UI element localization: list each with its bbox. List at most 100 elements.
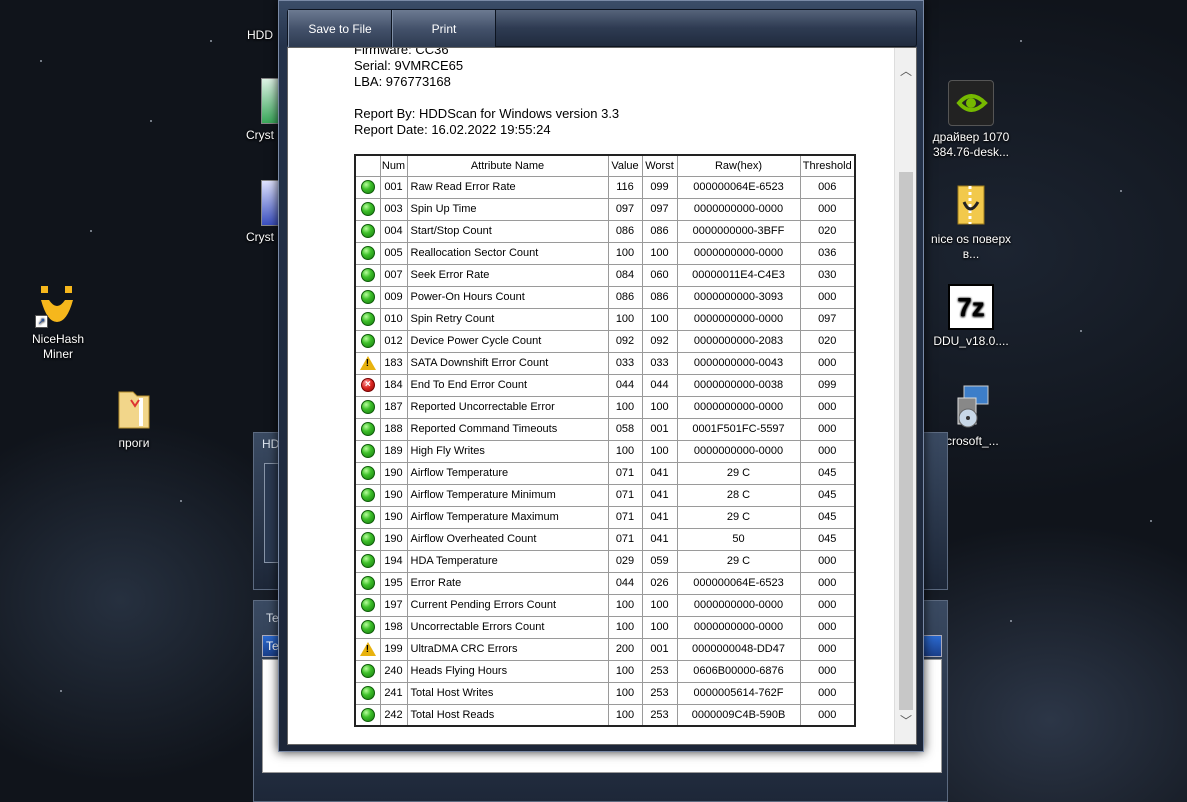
attribute-name: Power-On Hours Count xyxy=(406,285,609,309)
header-status xyxy=(354,154,381,177)
attribute-raw: 0000000000-3093 xyxy=(676,285,801,309)
report-content[interactable]: Firmware: CC36 Serial: 9VMRCE65 LBA: 976… xyxy=(287,47,917,745)
attribute-name: Reallocation Sector Count xyxy=(406,241,609,265)
desktop-icon-label: драйвер 1070 384.76-desk... xyxy=(932,130,1010,159)
attribute-worst: 041 xyxy=(641,483,678,507)
desktop-icon-nicehash[interactable]: ↗ NiceHash Miner xyxy=(12,282,104,362)
attribute-num: 005 xyxy=(379,241,408,265)
header-value: Value xyxy=(607,154,643,177)
attribute-threshold: 020 xyxy=(799,329,856,353)
table-row: 001 Raw Read Error Rate 116 099 000000064E-6… xyxy=(354,175,856,199)
print-button[interactable]: Print xyxy=(392,10,496,48)
table-row: 199UltraDMA CRC Errors2000010000000048-D… xyxy=(354,637,856,661)
table-row: 005 Reallocation Sector Count 100 100 000000… xyxy=(354,241,856,265)
status-ok-icon xyxy=(360,707,375,722)
attribute-value: 084 xyxy=(607,263,643,287)
attribute-raw: 29 C xyxy=(676,461,801,485)
attribute-num: 183 xyxy=(379,351,408,375)
status-cell: × xyxy=(354,373,381,397)
desktop-icon-label: nice os поверх в... xyxy=(931,232,1011,261)
attribute-num: 197 xyxy=(379,593,408,617)
attribute-worst: 253 xyxy=(641,703,678,727)
attribute-raw: 00000011E4-C4E3 xyxy=(676,263,801,287)
report-by-line: Report By: HDDScan for Windows version 3… xyxy=(354,106,620,121)
attribute-value: 071 xyxy=(607,461,643,485)
table-row: 189 High Fly Writes 100 100 0000000000-0000 0… xyxy=(354,439,856,463)
status-ok-icon xyxy=(360,202,375,216)
attribute-raw: 0000000048-DD47 xyxy=(676,637,801,661)
status-cell xyxy=(354,505,381,529)
status-warning-icon xyxy=(359,356,376,370)
attribute-worst: 086 xyxy=(641,285,678,309)
attribute-raw: 0001F501FC-5597 xyxy=(676,417,801,441)
desktop-icon-label: DDU_v18.0.... xyxy=(933,334,1009,348)
attribute-num: 240 xyxy=(379,659,408,683)
attribute-value: 086 xyxy=(607,219,643,243)
status-ok-icon xyxy=(360,444,375,458)
attribute-threshold: 045 xyxy=(799,505,856,529)
attribute-value: 058 xyxy=(607,417,643,441)
attribute-worst: 041 xyxy=(641,505,678,529)
desktop-icon-nvidia-driver[interactable]: драйвер 1070 384.76-desk... xyxy=(925,80,1017,160)
attribute-raw: 0000000000-0043 xyxy=(676,351,801,375)
attribute-raw: 0000000000-0038 xyxy=(676,373,801,397)
scroll-up-arrow-icon[interactable]: ︿ xyxy=(899,64,913,78)
attribute-threshold: 000 xyxy=(799,659,856,683)
attribute-raw: 29 C xyxy=(676,549,801,573)
attribute-num: 198 xyxy=(379,615,408,639)
attribute-value: 116 xyxy=(607,175,643,199)
attribute-worst: 100 xyxy=(641,241,678,265)
status-cell xyxy=(354,637,381,661)
status-cell xyxy=(354,263,381,287)
status-ok-icon xyxy=(360,598,375,612)
scroll-down-arrow-icon[interactable]: ﹀ xyxy=(899,714,913,728)
attribute-name: Seek Error Rate xyxy=(406,263,609,287)
status-ok-icon xyxy=(360,224,375,238)
table-row: 197 Current Pending Errors Count 100 100 000… xyxy=(354,593,856,617)
attribute-name: Uncorrectable Errors Count xyxy=(406,615,609,639)
table-row: 010 Spin Retry Count 100 100 0000000000-0000… xyxy=(354,307,856,331)
table-header-row: Num Attribute Name Value Worst Raw(hex) … xyxy=(354,154,856,177)
status-ok-icon xyxy=(360,268,375,282)
attribute-worst: 060 xyxy=(641,263,678,287)
scrollbar-thumb[interactable] xyxy=(899,172,913,710)
status-ok-icon xyxy=(360,334,375,348)
attribute-name: Heads Flying Hours xyxy=(406,659,609,683)
attribute-worst: 100 xyxy=(641,307,678,331)
lba-line: LBA: 976773168 xyxy=(354,74,451,89)
table-row: 194 HDA Temperature 029 059 29 C 000 xyxy=(354,549,856,573)
attribute-num: 190 xyxy=(379,505,408,529)
status-cell xyxy=(354,461,381,485)
save-to-file-button[interactable]: Save to File xyxy=(288,10,392,48)
background-window-tab[interactable]: Te xyxy=(266,639,279,653)
attribute-num: 007 xyxy=(379,263,408,287)
attribute-threshold: 036 xyxy=(799,241,856,265)
attribute-value: 086 xyxy=(607,285,643,309)
status-cell xyxy=(354,439,381,463)
attribute-value: 044 xyxy=(607,571,643,595)
attribute-threshold: 000 xyxy=(799,439,856,463)
table-row: 190 Airflow Temperature Minimum 071 041 28 C… xyxy=(354,483,856,507)
desktop-icon-progi[interactable]: проги xyxy=(88,386,180,451)
vertical-scrollbar[interactable]: ︿ ﹀ xyxy=(894,48,916,744)
attribute-worst: 001 xyxy=(641,637,678,661)
table-row: 007 Seek Error Rate 084 060 00000011E4-C4E3 0… xyxy=(354,263,856,287)
attribute-threshold: 006 xyxy=(799,175,856,199)
attribute-value: 092 xyxy=(607,329,643,353)
table-row: 190 Airflow Temperature 071 041 29 C 045 xyxy=(354,461,856,485)
table-row: 242 Total Host Reads 100 253 0000009C4B-590B… xyxy=(354,703,856,727)
desktop-icon-nice-os[interactable]: nice os поверх в... xyxy=(925,182,1017,262)
attribute-value: 071 xyxy=(607,483,643,507)
attribute-num: 187 xyxy=(379,395,408,419)
attribute-threshold: 000 xyxy=(799,681,856,705)
status-cell xyxy=(354,219,381,243)
desktop-icon-label: NiceHash Miner xyxy=(31,332,85,361)
status-cell xyxy=(354,527,381,551)
status-ok-icon xyxy=(360,620,375,634)
status-ok-icon xyxy=(360,686,375,700)
desktop-icon-ddu[interactable]: 7z DDU_v18.0.... xyxy=(925,284,1017,349)
status-cell xyxy=(354,285,381,309)
status-cell xyxy=(354,175,381,199)
attribute-raw: 0000000000-3BFF xyxy=(676,219,801,243)
attribute-value: 100 xyxy=(607,307,643,331)
